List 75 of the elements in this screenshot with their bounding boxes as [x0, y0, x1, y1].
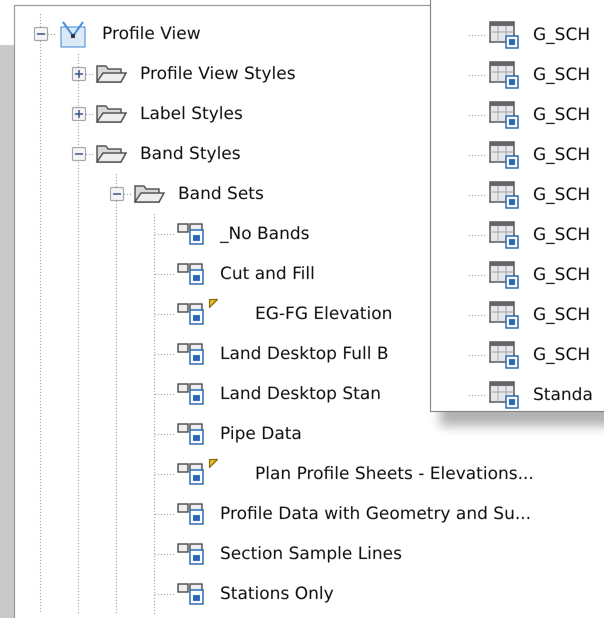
- tree-item[interactable]: Profile View Styles: [71, 54, 296, 94]
- band-set-icon: [176, 301, 206, 327]
- band-set-icon: [176, 221, 206, 247]
- table-style-icon: [488, 100, 520, 130]
- tree-item-label: Pipe Data: [220, 424, 302, 444]
- tree-item[interactable]: Plan Profile Sheets - Elevations...: [147, 454, 534, 494]
- expand-toggle[interactable]: [72, 107, 86, 121]
- table-style-icon: [488, 20, 520, 50]
- band-set-icon: [176, 541, 206, 567]
- tree-item[interactable]: Label Styles: [71, 94, 243, 134]
- tree-item[interactable]: Standa: [469, 375, 593, 415]
- tree-item[interactable]: G_SCH: [469, 95, 590, 135]
- tree-item-label: G_SCH: [533, 225, 590, 245]
- tree-item[interactable]: Stations Only: [147, 574, 334, 614]
- tree-item[interactable]: G_SCH: [469, 55, 590, 95]
- tree-item-label: Profile View Styles: [140, 64, 296, 84]
- tree-item[interactable]: _No Bands: [147, 214, 310, 254]
- tree-item-label: G_SCH: [533, 265, 590, 285]
- tree-item-label: Band Sets: [178, 184, 264, 204]
- tree-item[interactable]: G_SCH: [469, 215, 590, 255]
- collapse-toggle[interactable]: [110, 187, 124, 201]
- band-set-icon: [176, 341, 206, 367]
- table-style-icon: [488, 140, 520, 170]
- tree-item-label: Land Desktop Full B: [220, 344, 389, 364]
- table-style-icon: [488, 220, 520, 250]
- tree-item-label: Section Sample Lines: [220, 544, 402, 564]
- tree-item-label: Plan Profile Sheets - Elevations...: [255, 464, 534, 484]
- tree-item[interactable]: Profile View: [33, 14, 201, 54]
- tree-item-label: G_SCH: [533, 25, 590, 45]
- profile-view-icon: [59, 19, 87, 49]
- tree-item[interactable]: G_SCH: [469, 255, 590, 295]
- tree-item-label: G_SCH: [533, 105, 590, 125]
- tree-item[interactable]: Land Desktop Stan: [147, 374, 382, 414]
- tree-item[interactable]: Band Sets: [109, 174, 264, 214]
- tree-item-label: _No Bands: [220, 224, 310, 244]
- tree-item[interactable]: Land Desktop Full B: [147, 334, 389, 374]
- tree-item-label: Profile View: [102, 24, 201, 44]
- band-set-icon: [176, 461, 206, 487]
- tree-item[interactable]: G_SCH: [469, 295, 590, 335]
- table-style-icon: [488, 340, 520, 370]
- band-set-icon: [176, 381, 206, 407]
- tree-item[interactable]: EG-FG Elevation: [147, 294, 392, 334]
- band-set-icon: [176, 421, 206, 447]
- tree-item-label: G_SCH: [533, 145, 590, 165]
- tree-item-label: Cut and Fill: [220, 264, 315, 284]
- tree-item-label: Land Desktop Stan: [220, 384, 382, 404]
- table-style-icon: [488, 260, 520, 290]
- collapse-toggle[interactable]: [72, 147, 86, 161]
- tree-item[interactable]: G_SCH: [469, 15, 590, 55]
- tree-item-label: EG-FG Elevation: [255, 304, 392, 324]
- table-style-icon: [488, 60, 520, 90]
- tree-item[interactable]: G_SCH: [469, 175, 590, 215]
- tree-item[interactable]: Profile Data with Geometry and Su...: [147, 494, 532, 534]
- collapse-toggle[interactable]: [34, 27, 48, 41]
- tree-item[interactable]: G_SCH: [469, 135, 590, 175]
- expand-toggle[interactable]: [72, 67, 86, 81]
- tree-item-label: G_SCH: [533, 65, 590, 85]
- tree-item[interactable]: Section Sample Lines: [147, 534, 402, 574]
- band-set-icon: [176, 501, 206, 527]
- tree-item-label: G_SCH: [533, 305, 590, 325]
- tree-item-label: G_SCH: [533, 185, 590, 205]
- tree-item-label: G_SCH: [533, 345, 590, 365]
- tree-item[interactable]: Cut and Fill: [147, 254, 315, 294]
- table-style-icon: [488, 300, 520, 330]
- tree-item[interactable]: Band Styles: [71, 134, 241, 174]
- tree-item-label: Band Styles: [140, 144, 241, 164]
- tree-item-label: Standa: [533, 385, 593, 405]
- tree-item-label: Profile Data with Geometry and Su...: [220, 504, 532, 524]
- tree-item-label: Label Styles: [140, 104, 243, 124]
- tree-item[interactable]: G_SCH: [469, 335, 590, 375]
- tree-item-label: Stations Only: [220, 584, 334, 604]
- tree-item[interactable]: Pipe Data: [147, 414, 302, 454]
- table-style-icon: [488, 180, 520, 210]
- band-set-icon: [176, 581, 206, 607]
- band-set-icon: [176, 261, 206, 287]
